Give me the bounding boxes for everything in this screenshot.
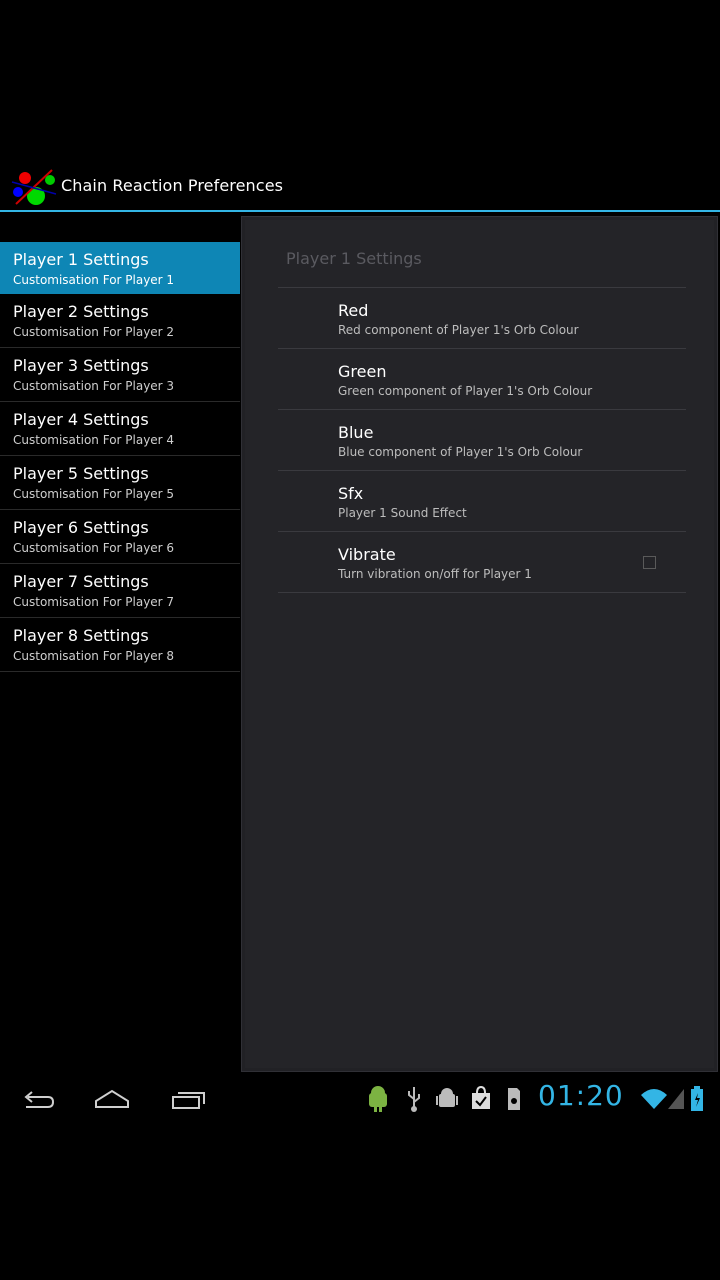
header-item-player-2[interactable]: Player 2 Settings Customisation For Play…	[0, 294, 240, 348]
usb-icon	[408, 1087, 420, 1112]
header-item-player-1[interactable]: Player 1 Settings Customisation For Play…	[0, 242, 240, 294]
header-item-player-8[interactable]: Player 8 Settings Customisation For Play…	[0, 618, 240, 672]
header-summary: Customisation For Player 2	[13, 325, 175, 339]
header-title: Player 4 Settings	[13, 410, 149, 429]
header-title: Player 8 Settings	[13, 626, 149, 645]
battery-icon	[691, 1086, 703, 1111]
action-bar: Chain Reaction Preferences	[0, 160, 720, 211]
header-summary: Customisation For Player 5	[13, 487, 175, 501]
back-icon[interactable]	[18, 1083, 58, 1115]
pref-summary: Turn vibration on/off for Player 1	[338, 567, 532, 581]
header-title: Player 3 Settings	[13, 356, 149, 375]
header-summary: Customisation For Player 1	[13, 273, 175, 287]
header-summary: Customisation For Player 6	[13, 541, 175, 555]
header-title: Player 1 Settings	[13, 250, 149, 269]
action-bar-divider	[0, 210, 720, 212]
pref-title: Blue	[338, 423, 374, 442]
header-item-player-4[interactable]: Player 4 Settings Customisation For Play…	[0, 402, 240, 456]
header-summary: Customisation For Player 7	[13, 595, 175, 609]
breadcrumb: Player 1 Settings	[286, 249, 422, 268]
pref-red[interactable]: Red Red component of Player 1's Orb Colo…	[278, 288, 686, 349]
recent-apps-icon[interactable]	[168, 1083, 208, 1115]
pref-title: Green	[338, 362, 387, 381]
header-title: Player 2 Settings	[13, 302, 149, 321]
pref-summary: Blue component of Player 1's Orb Colour	[338, 445, 583, 459]
divider	[278, 592, 686, 593]
clock: 01:20	[538, 1079, 624, 1112]
wifi-icon	[641, 1089, 667, 1109]
android-icon	[436, 1088, 458, 1107]
app-title: Chain Reaction Preferences	[61, 176, 284, 195]
pref-green[interactable]: Green Green component of Player 1's Orb …	[278, 349, 686, 410]
pref-vibrate[interactable]: Vibrate Turn vibration on/off for Player…	[278, 532, 686, 593]
android-debug-icon	[369, 1086, 387, 1112]
header-summary: Customisation For Player 4	[13, 433, 175, 447]
app-logo-icon	[10, 164, 58, 210]
detail-panel-inner: Player 1 Settings Red Red component of P…	[245, 220, 714, 1068]
header-title: Player 6 Settings	[13, 518, 149, 537]
pref-blue[interactable]: Blue Blue component of Player 1's Orb Co…	[278, 410, 686, 471]
pref-title: Sfx	[338, 484, 364, 503]
header-summary: Customisation For Player 8	[13, 649, 175, 663]
pref-title: Vibrate	[338, 545, 396, 564]
header-title: Player 5 Settings	[13, 464, 149, 483]
header-item-player-7[interactable]: Player 7 Settings Customisation For Play…	[0, 564, 240, 618]
sd-card-icon	[508, 1088, 520, 1110]
headers-list: Player 1 Settings Customisation For Play…	[0, 242, 240, 672]
header-item-player-3[interactable]: Player 3 Settings Customisation For Play…	[0, 348, 240, 402]
header-item-player-5[interactable]: Player 5 Settings Customisation For Play…	[0, 456, 240, 510]
pref-summary: Player 1 Sound Effect	[338, 506, 467, 520]
pref-summary: Red component of Player 1's Orb Colour	[338, 323, 579, 337]
pref-summary: Green component of Player 1's Orb Colour	[338, 384, 593, 398]
header-summary: Customisation For Player 3	[13, 379, 175, 393]
pref-title: Red	[338, 301, 369, 320]
pref-sfx[interactable]: Sfx Player 1 Sound Effect	[278, 471, 686, 532]
home-icon[interactable]	[92, 1083, 132, 1115]
shopping-bag-icon	[472, 1085, 490, 1109]
detail-panel: Player 1 Settings Red Red component of P…	[241, 216, 718, 1072]
signal-icon	[668, 1089, 684, 1109]
vibrate-checkbox[interactable]	[643, 556, 656, 569]
system-bar: 01:20	[0, 1075, 720, 1123]
header-title: Player 7 Settings	[13, 572, 149, 591]
header-item-player-6[interactable]: Player 6 Settings Customisation For Play…	[0, 510, 240, 564]
